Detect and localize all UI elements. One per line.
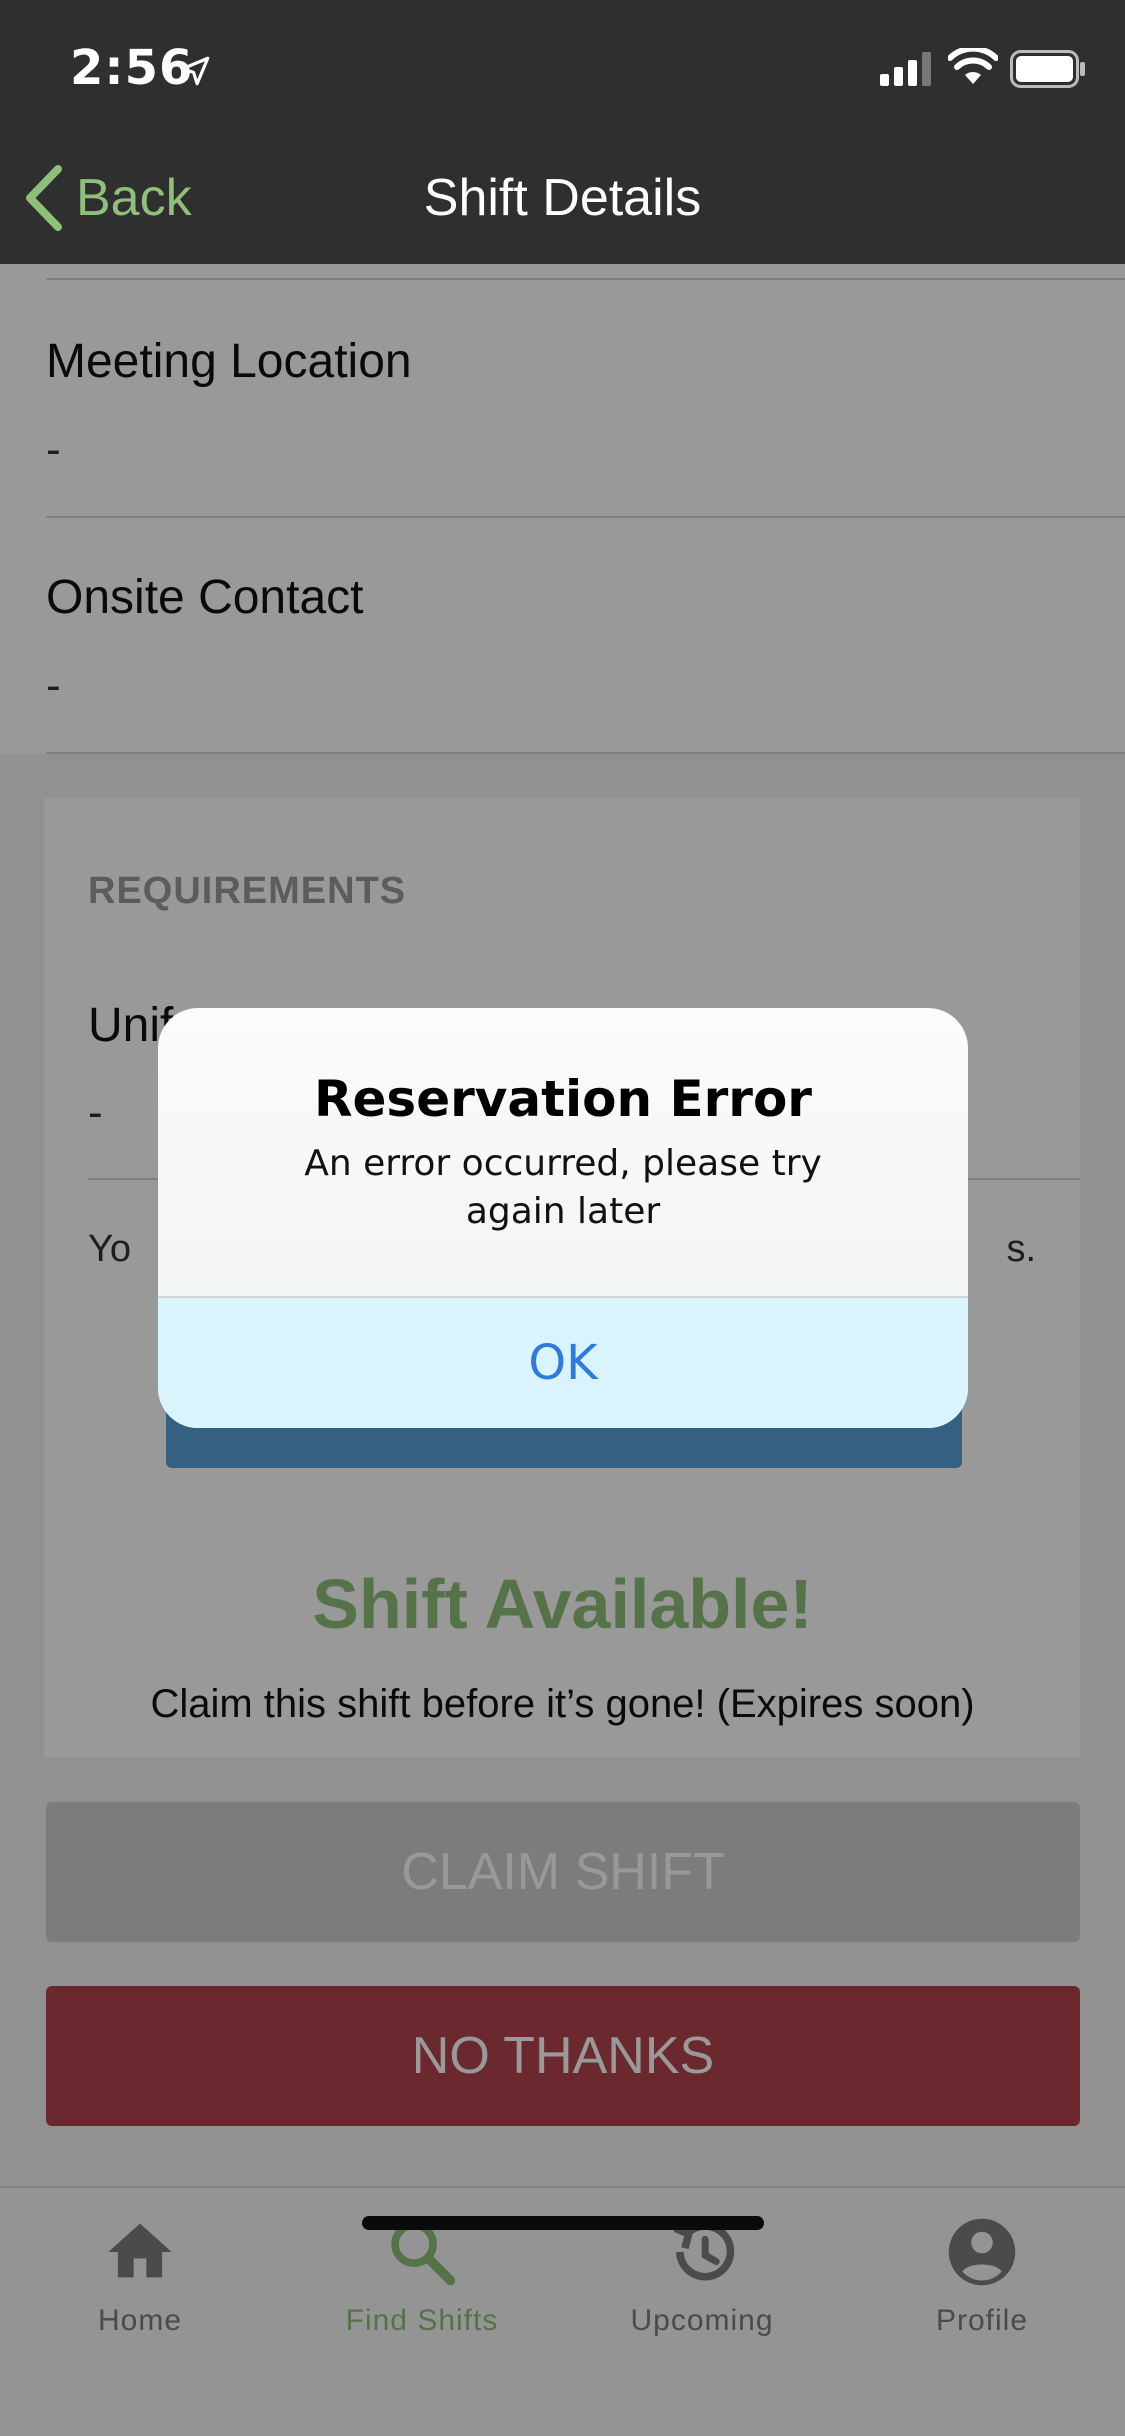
cellular-signal-icon	[880, 52, 931, 86]
page-title: Shift Details	[423, 169, 702, 227]
location-arrow-icon	[180, 56, 210, 86]
alert-ok-button[interactable]: OK	[158, 1298, 968, 1428]
alert-message: An error occurred, please try again late…	[304, 1143, 822, 1232]
reservation-error-alert: Reservation Error An error occurred, ple…	[158, 1008, 968, 1428]
alert-title: Reservation Error	[314, 1070, 812, 1128]
wifi-icon	[948, 48, 998, 84]
status-and-nav-bar: 2:56 Back Shift Details	[0, 0, 1125, 264]
battery-icon	[1010, 50, 1085, 88]
status-time: 2:56	[70, 40, 194, 96]
